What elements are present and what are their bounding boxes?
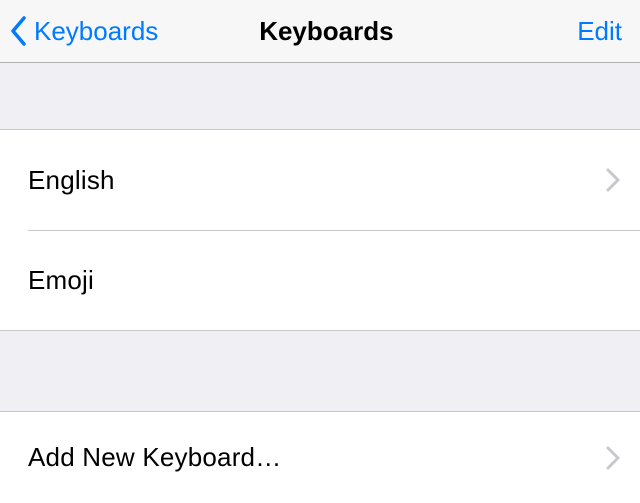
list-item-label: Emoji <box>28 265 94 296</box>
chevron-left-icon <box>10 16 28 46</box>
add-keyboard-row[interactable]: Add New Keyboard… <box>0 411 640 503</box>
keyboard-row-emoji[interactable]: Emoji <box>0 230 640 330</box>
edit-button[interactable]: Edit <box>577 16 640 47</box>
page-title: Keyboards <box>259 16 393 47</box>
keyboard-row-english[interactable]: English <box>0 130 640 230</box>
chevron-right-icon <box>606 168 620 192</box>
back-label: Keyboards <box>34 16 158 47</box>
nav-bar: Keyboards Keyboards Edit <box>0 0 640 63</box>
section-spacer <box>0 331 640 411</box>
list-item-label: English <box>28 165 115 196</box>
section-spacer <box>0 63 640 129</box>
chevron-right-icon <box>606 446 620 470</box>
back-button[interactable]: Keyboards <box>0 16 158 47</box>
list-item-label: Add New Keyboard… <box>28 442 281 473</box>
keyboards-list: English Emoji <box>0 129 640 331</box>
